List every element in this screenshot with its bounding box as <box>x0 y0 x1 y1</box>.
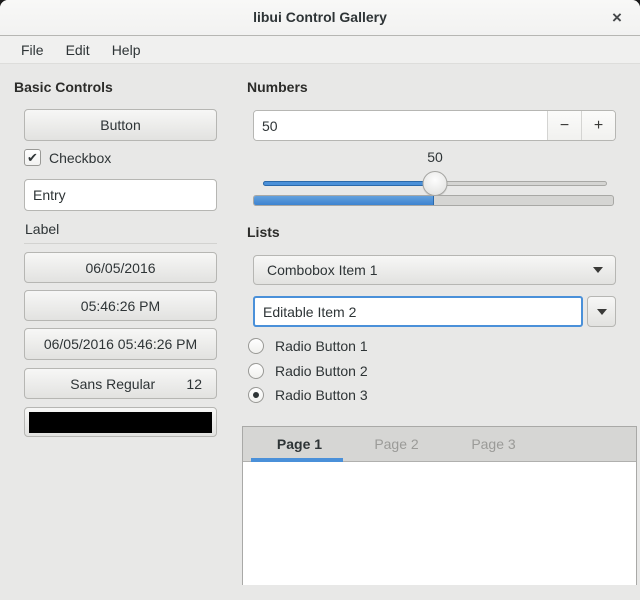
font-picker-button[interactable]: Sans Regular 12 <box>24 368 217 399</box>
checkbox-label: Checkbox <box>49 149 112 166</box>
chevron-down-icon <box>596 308 607 315</box>
tab-content-page-1 <box>243 462 636 585</box>
menu-file[interactable]: File <box>10 36 55 64</box>
tab-page-3[interactable]: Page 3 <box>445 427 542 461</box>
spin-minus-button[interactable]: − <box>547 111 581 140</box>
spin-plus-button[interactable]: + <box>581 111 615 140</box>
radio-button-1[interactable]: Radio Button 1 <box>248 338 368 354</box>
radio-label: Radio Button 2 <box>275 363 368 379</box>
radio-indicator[interactable] <box>248 387 264 403</box>
slider-fill <box>263 181 435 186</box>
slider-value-label: 50 <box>427 149 443 165</box>
color-picker-button[interactable] <box>24 407 217 437</box>
tab-control: Page 1 Page 2 Page 3 <box>242 426 637 585</box>
radio-indicator[interactable] <box>248 363 264 379</box>
slider-thumb[interactable] <box>422 171 448 196</box>
label-control: Label <box>25 221 60 237</box>
title-bar[interactable]: libui Control Gallery × <box>0 0 640 36</box>
slider[interactable] <box>263 170 607 197</box>
numbers-heading: Numbers <box>247 79 308 95</box>
editable-combobox-dropdown-button[interactable] <box>587 296 616 327</box>
tab-page-1[interactable]: Page 1 <box>251 427 348 462</box>
combobox[interactable]: Combobox Item 1 <box>253 255 616 285</box>
horizontal-separator <box>24 243 217 244</box>
datetime-picker-button[interactable]: 06/05/2016 05:46:26 PM <box>24 328 217 360</box>
font-name-label: Sans Regular <box>70 375 156 392</box>
progress-bar-fill <box>254 196 434 205</box>
combobox-value: Combobox Item 1 <box>267 262 378 278</box>
spinbutton-input[interactable] <box>254 111 547 140</box>
radio-indicator[interactable] <box>248 338 264 354</box>
chevron-down-icon <box>593 267 603 273</box>
menu-bar: File Edit Help <box>0 36 640 64</box>
color-swatch <box>29 411 212 433</box>
close-icon[interactable]: × <box>604 5 630 31</box>
radio-label: Radio Button 3 <box>275 387 368 403</box>
tab-header: Page 1 Page 2 Page 3 <box>243 427 636 462</box>
checkbox-check-icon[interactable]: ✔ <box>24 149 41 166</box>
tab-page-2[interactable]: Page 2 <box>348 427 445 461</box>
app-window: libui Control Gallery × File Edit Help B… <box>0 0 640 600</box>
radio-label: Radio Button 1 <box>275 338 368 354</box>
button-control[interactable]: Button <box>24 109 217 141</box>
menu-edit[interactable]: Edit <box>55 36 101 64</box>
basic-controls-heading: Basic Controls <box>14 79 113 95</box>
window-title: libui Control Gallery <box>253 9 387 25</box>
spinbutton: − + <box>253 110 616 141</box>
lists-heading: Lists <box>247 224 280 240</box>
radio-button-3[interactable]: Radio Button 3 <box>248 387 368 403</box>
progress-bar <box>253 195 614 206</box>
menu-help[interactable]: Help <box>101 36 152 64</box>
date-picker-button[interactable]: 06/05/2016 <box>24 252 217 283</box>
font-size-label: 12 <box>186 375 202 392</box>
entry-field[interactable] <box>24 179 217 211</box>
time-picker-button[interactable]: 05:46:26 PM <box>24 290 217 321</box>
radio-button-2[interactable]: Radio Button 2 <box>248 363 368 379</box>
editable-combobox-input[interactable] <box>253 296 583 327</box>
checkbox-control[interactable]: ✔ Checkbox <box>24 149 111 166</box>
